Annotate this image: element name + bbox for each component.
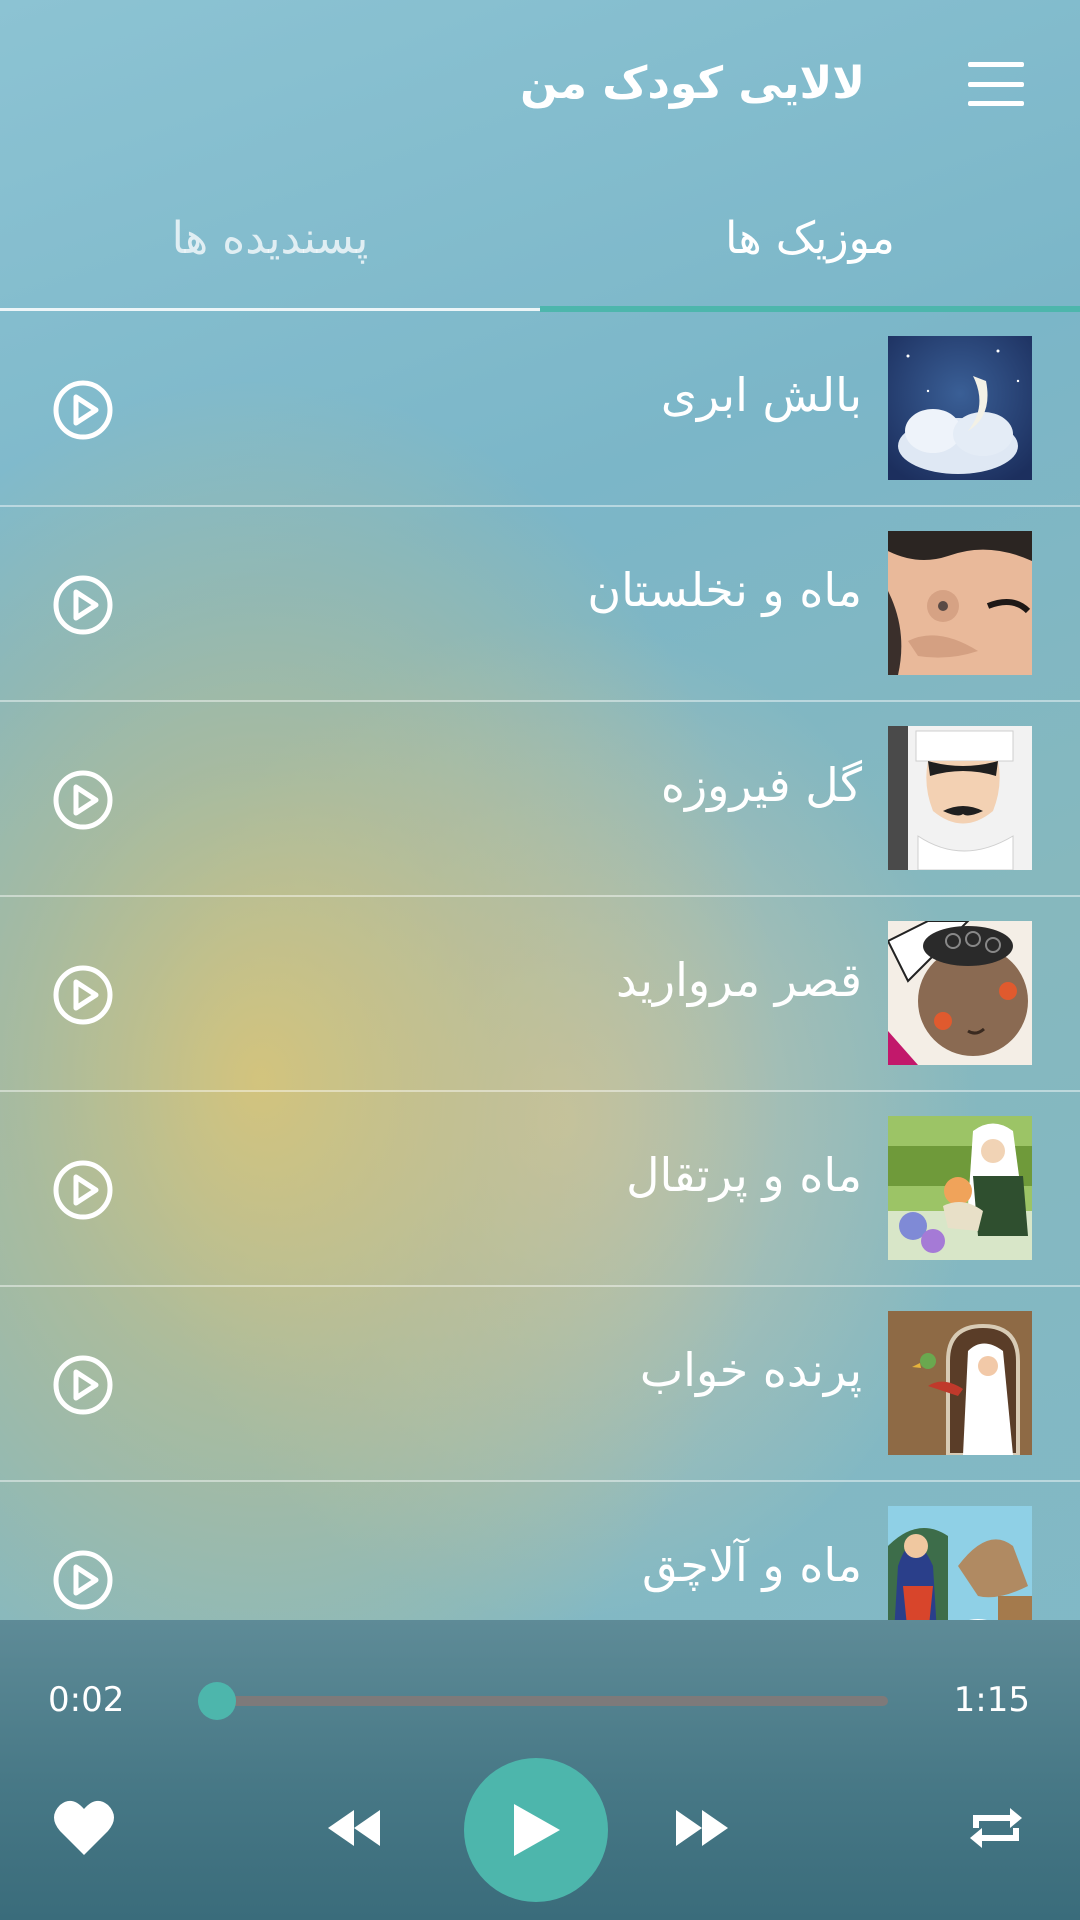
song-row[interactable]: بالش ابری	[0, 312, 1080, 507]
seek-bar[interactable]	[198, 1675, 888, 1725]
tab-music[interactable]: موزیک ها	[540, 185, 1080, 312]
song-thumbnail	[888, 1311, 1032, 1455]
play-circle-icon[interactable]	[52, 574, 114, 636]
tab-bar: موزیک ها پسندیده ها	[0, 185, 1080, 312]
song-list: بالش ابری ماه و نخلستان گل فیروزه قصر مر…	[0, 312, 1080, 1620]
song-row[interactable]: ماه و نخلستان	[0, 507, 1080, 702]
seek-track	[198, 1696, 888, 1706]
song-title: گل فیروزه	[660, 758, 862, 812]
play-circle-icon[interactable]	[52, 1159, 114, 1221]
current-time: 0:02	[48, 1680, 125, 1720]
play-circle-icon[interactable]	[52, 964, 114, 1026]
song-title: ماه و نخلستان	[587, 563, 862, 617]
song-row[interactable]: پرنده خواب	[0, 1287, 1080, 1482]
song-row[interactable]: قصر مروارید	[0, 897, 1080, 1092]
song-thumbnail	[888, 1116, 1032, 1260]
song-title: ماه و آلاچق	[641, 1538, 862, 1592]
player-bar: 0:02 1:15	[0, 1620, 1080, 1920]
song-title: پرنده خواب	[639, 1343, 862, 1397]
repeat-icon	[970, 1808, 1022, 1848]
hamburger-icon	[968, 62, 1024, 67]
song-row[interactable]: ماه و پرتقال	[0, 1092, 1080, 1287]
fast-forward-icon	[676, 1810, 728, 1846]
menu-button[interactable]	[968, 62, 1024, 106]
app-bar: لالایی کودک من	[0, 0, 1080, 170]
app-title: لالایی کودک من	[520, 58, 865, 109]
rewind-button[interactable]	[324, 1800, 384, 1856]
song-title: بالش ابری	[660, 368, 862, 422]
favorite-button[interactable]	[52, 1796, 116, 1860]
seek-handle[interactable]	[198, 1682, 236, 1720]
play-icon	[514, 1804, 560, 1856]
play-circle-icon[interactable]	[52, 1549, 114, 1611]
song-title: قصر مروارید	[615, 953, 862, 1007]
fast-forward-button[interactable]	[672, 1800, 732, 1856]
song-thumbnail	[888, 1506, 1032, 1620]
total-time: 1:15	[953, 1680, 1030, 1720]
heart-icon	[54, 1800, 114, 1855]
song-row[interactable]: گل فیروزه	[0, 702, 1080, 897]
play-circle-icon[interactable]	[52, 379, 114, 441]
tab-favorites[interactable]: پسندیده ها	[0, 185, 540, 312]
song-thumbnail	[888, 726, 1032, 870]
song-title: ماه و پرتقال	[626, 1148, 862, 1202]
song-row[interactable]: ماه و آلاچق	[0, 1482, 1080, 1620]
play-circle-icon[interactable]	[52, 769, 114, 831]
repeat-button[interactable]	[966, 1798, 1026, 1858]
play-circle-icon[interactable]	[52, 1354, 114, 1416]
song-thumbnail	[888, 921, 1032, 1065]
song-thumbnail	[888, 531, 1032, 675]
play-button[interactable]	[464, 1758, 608, 1902]
rewind-icon	[328, 1810, 380, 1846]
song-thumbnail	[888, 336, 1032, 480]
